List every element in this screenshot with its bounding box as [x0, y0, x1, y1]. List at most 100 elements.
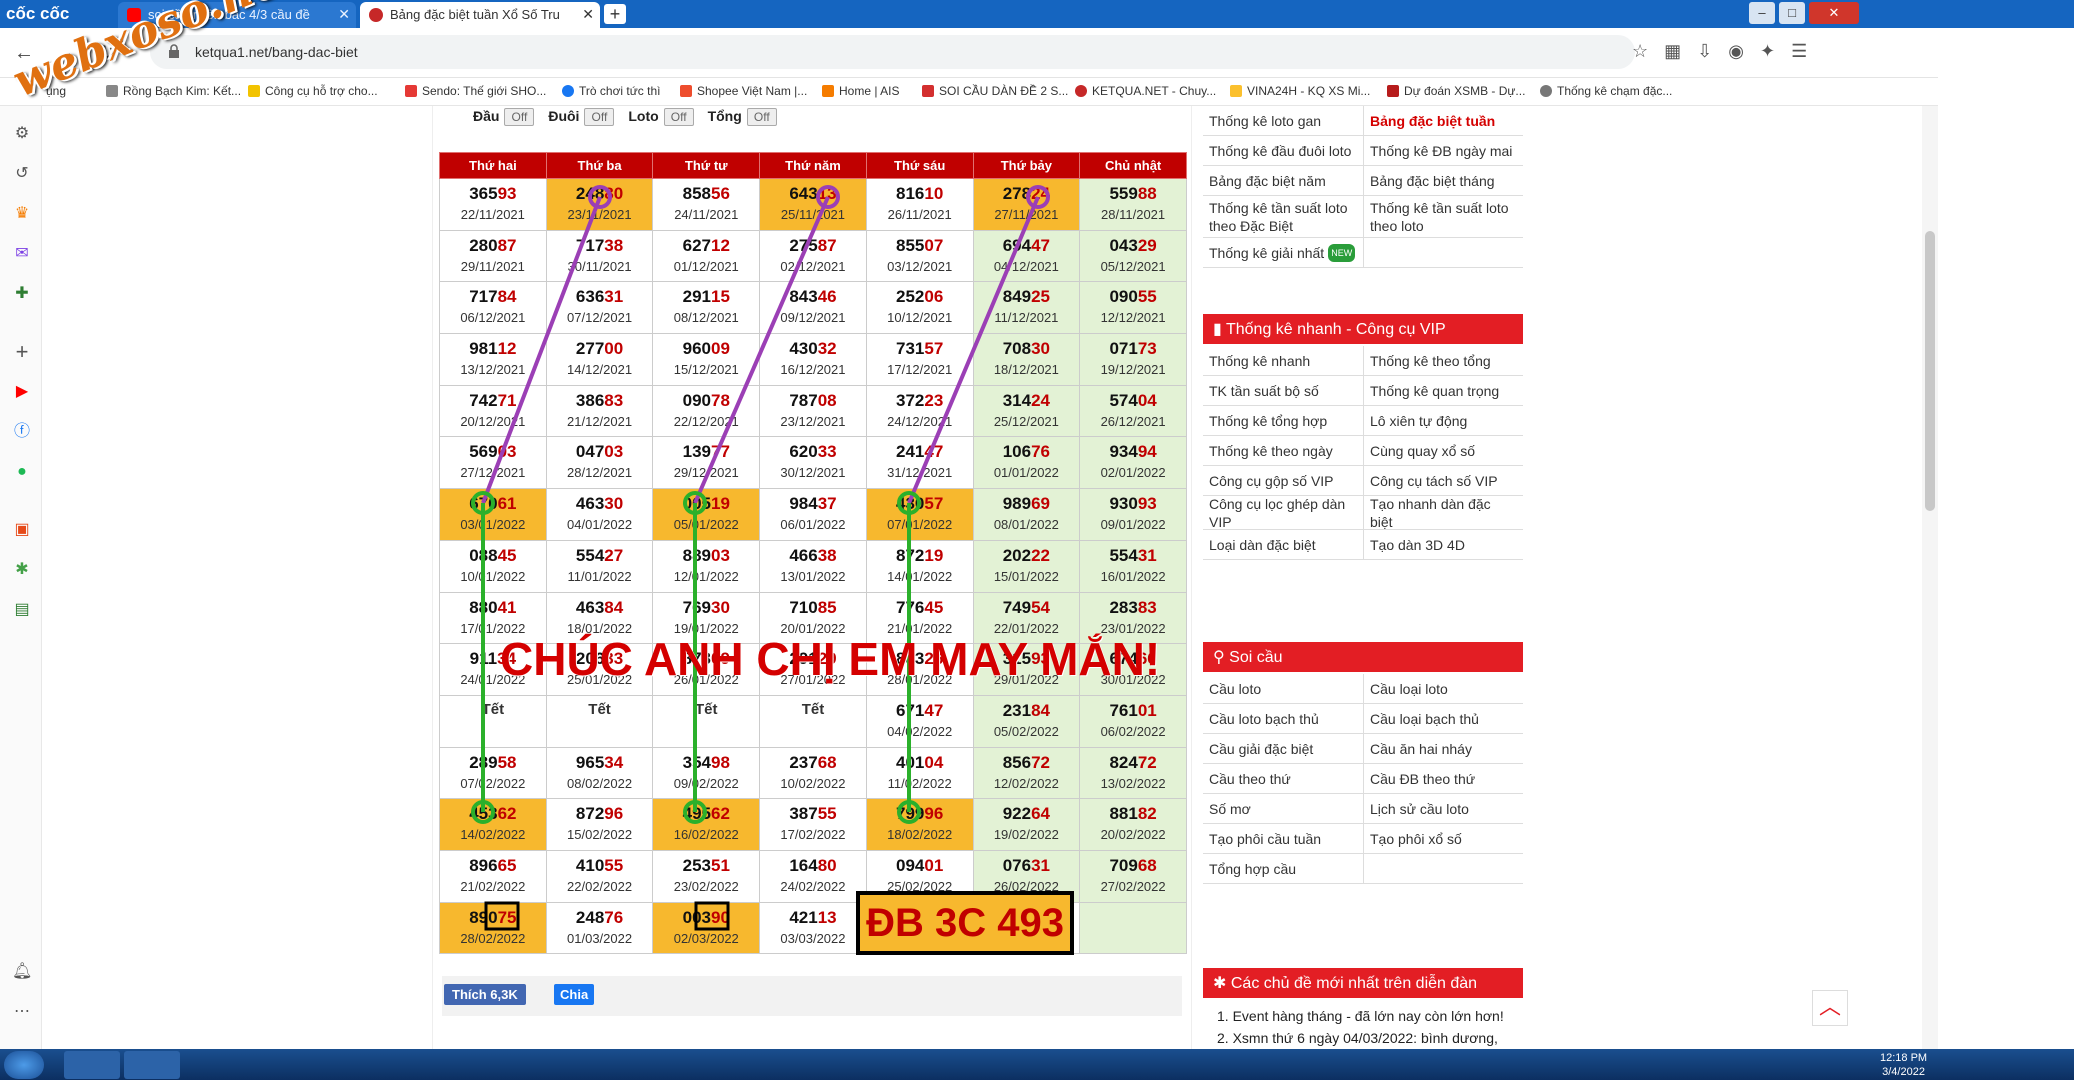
sidebar-link[interactable]: Thống kê tổng hợp: [1203, 406, 1363, 435]
result-cell[interactable]: 24147 31/12/2021: [865, 436, 974, 490]
bookmark[interactable]: Sendo: Thế giới SHO...: [405, 84, 546, 98]
sidebar-link[interactable]: Bảng đặc biệt tuần: [1363, 106, 1523, 135]
result-cell[interactable]: 67147 04/02/2022: [865, 694, 974, 748]
close-tab-icon[interactable]: ✕: [582, 6, 594, 23]
result-cell[interactable]: 93093 09/01/2022: [1079, 488, 1187, 541]
add-icon[interactable]: +: [12, 341, 32, 363]
result-cell[interactable]: 62033 30/12/2021: [759, 436, 867, 490]
tools-icon[interactable]: ✱: [12, 560, 32, 580]
sidebar-link[interactable]: Cầu loại loto: [1363, 674, 1523, 703]
result-cell[interactable]: 28958 07/02/2022: [439, 746, 547, 800]
result-cell[interactable]: 23184 05/02/2022: [972, 694, 1081, 748]
close-window-icon[interactable]: ✕: [1809, 2, 1859, 24]
result-cell[interactable]: 43057 07/01/2022: [865, 488, 974, 541]
sidebar-link[interactable]: Cầu loto bạch thủ: [1203, 704, 1363, 733]
result-cell[interactable]: 98112 13/12/2021: [439, 333, 547, 386]
sidebar-link[interactable]: Thống kê loto gan: [1203, 106, 1363, 135]
bookmark[interactable]: Home | AIS: [822, 84, 899, 98]
result-cell[interactable]: 27587 02/12/2021: [759, 229, 867, 283]
sidebar-link[interactable]: Công cụ gộp số VIP: [1203, 466, 1363, 495]
sidebar-link[interactable]: Cầu ĐB theo thứ: [1363, 764, 1523, 793]
result-cell[interactable]: 85856 24/11/2021: [652, 178, 761, 231]
result-cell[interactable]: 37223 24/12/2021: [865, 384, 974, 438]
result-cell[interactable]: 13977 29/12/2021: [652, 436, 761, 490]
sidebar-link[interactable]: Thống kê quan trọng: [1363, 376, 1523, 405]
result-cell[interactable]: 74271 20/12/2021: [439, 384, 547, 438]
result-cell[interactable]: 27700 14/12/2021: [545, 333, 654, 386]
result-cell[interactable]: 84346 09/12/2021: [759, 281, 867, 335]
result-cell[interactable]: 79996 18/02/2022: [865, 798, 974, 851]
result-cell[interactable]: 85507 03/12/2021: [865, 229, 974, 283]
sidebar-link[interactable]: Tạo nhanh dàn đặc biệt: [1363, 496, 1523, 530]
result-cell[interactable]: 70968 27/02/2022: [1079, 849, 1187, 903]
result-cell[interactable]: 45362 14/02/2022: [439, 798, 547, 851]
sidebar-link[interactable]: Cùng quay xổ số: [1363, 436, 1523, 465]
result-cell[interactable]: 49562 16/02/2022: [652, 798, 761, 851]
result-cell[interactable]: 76101 06/02/2022: [1079, 694, 1187, 748]
result-cell[interactable]: 96009 15/12/2021: [652, 333, 761, 386]
result-cell[interactable]: 69447 04/12/2021: [972, 229, 1081, 283]
result-cell[interactable]: 36593 22/11/2021: [439, 178, 547, 231]
result-cell[interactable]: 87296 15/02/2022: [545, 798, 654, 851]
result-cell[interactable]: 89075 28/02/2022: [439, 901, 547, 955]
result-cell[interactable]: 71738 30/11/2021: [545, 229, 654, 283]
result-cell[interactable]: 20222 15/01/2022: [972, 539, 1081, 593]
result-cell[interactable]: 42113 03/03/2022: [759, 901, 867, 955]
result-cell[interactable]: 24876 01/03/2022: [545, 901, 654, 955]
result-cell[interactable]: 96534 08/02/2022: [545, 746, 654, 800]
sidebar-link[interactable]: Thống kê nhanh: [1203, 346, 1363, 375]
sidebar-link[interactable]: Thống kê tần suất loto theo Đặc Biệt: [1203, 196, 1363, 237]
minimize-icon[interactable]: –: [1749, 2, 1775, 24]
result-cell[interactable]: 24880 23/11/2021: [545, 178, 654, 231]
result-cell[interactable]: 08845 10/01/2022: [439, 539, 547, 593]
start-button[interactable]: [4, 1051, 44, 1079]
messenger-icon[interactable]: ✉: [12, 244, 32, 264]
bookmark[interactable]: Thống kê chạm đặc...: [1540, 84, 1672, 98]
result-cell[interactable]: 98969 08/01/2022: [972, 488, 1081, 541]
sheet-icon[interactable]: ▤: [12, 600, 32, 620]
bookmark[interactable]: Shopee Việt Nam |...: [680, 84, 807, 98]
result-cell[interactable]: 81610 26/11/2021: [865, 178, 974, 231]
new-tab-button[interactable]: +: [604, 4, 626, 24]
sidebar-link[interactable]: Công cụ tách số VIP: [1363, 466, 1523, 495]
result-cell[interactable]: Tết: [652, 694, 761, 748]
sidebar-link[interactable]: Lịch sử cầu loto: [1363, 794, 1523, 823]
calendar-icon[interactable]: ▣: [12, 520, 32, 540]
taskbar-explorer[interactable]: [124, 1051, 180, 1079]
maximize-icon[interactable]: □: [1779, 2, 1805, 24]
result-cell[interactable]: 88182 20/02/2022: [1079, 798, 1187, 851]
sidebar-link[interactable]: Bảng đặc biệt năm: [1203, 166, 1363, 195]
result-cell[interactable]: 87219 14/01/2022: [865, 539, 974, 593]
result-cell[interactable]: 27824 27/11/2021: [972, 178, 1081, 231]
result-cell[interactable]: 38755 17/02/2022: [759, 798, 867, 851]
result-cell[interactable]: 88903 12/01/2022: [652, 539, 761, 593]
sidebar-link[interactable]: Thống kê theo tổng: [1363, 346, 1523, 375]
result-cell[interactable]: 40104 11/02/2022: [865, 746, 974, 800]
result-cell[interactable]: 28087 29/11/2021: [439, 229, 547, 283]
youtube-icon[interactable]: ▶: [12, 382, 32, 402]
sidebar-link[interactable]: Tổng hợp cầu: [1203, 854, 1363, 883]
result-cell[interactable]: 25351 23/02/2022: [652, 849, 761, 903]
result-cell[interactable]: 64313 25/11/2021: [759, 178, 867, 231]
result-cell[interactable]: 41055 22/02/2022: [545, 849, 654, 903]
facebook-like-button[interactable]: Thích 6,3K: [444, 984, 526, 1005]
result-cell[interactable]: 31424 25/12/2021: [972, 384, 1081, 438]
result-cell[interactable]: 04329 05/12/2021: [1079, 229, 1187, 283]
bookmark[interactable]: KETQUA.NET - Chuy...: [1075, 84, 1216, 98]
menu-icon[interactable]: ☰: [1791, 41, 1823, 61]
sidebar-link[interactable]: Cầu loto: [1203, 674, 1363, 703]
result-cell[interactable]: 16480 24/02/2022: [759, 849, 867, 903]
result-cell[interactable]: 92264 19/02/2022: [972, 798, 1081, 851]
result-cell[interactable]: 00390 02/03/2022: [652, 901, 761, 955]
bookmark[interactable]: Dự đoán XSMB - Dự...: [1387, 84, 1525, 98]
sidebar-link[interactable]: Bảng đặc biệt tháng: [1363, 166, 1523, 195]
result-cell[interactable]: 63631 07/12/2021: [545, 281, 654, 335]
sidebar-link[interactable]: Tạo phôi cầu tuần: [1203, 824, 1363, 853]
result-cell[interactable]: Tết: [545, 694, 654, 748]
scrollbar-thumb[interactable]: [1925, 231, 1935, 511]
bell-icon[interactable]: 🔔︎: [12, 962, 32, 982]
sidebar-link[interactable]: TK tần suất bộ số: [1203, 376, 1363, 405]
result-cell[interactable]: Tết: [439, 694, 547, 748]
url-field[interactable]: ketqua1.net/bang-dac-biet: [150, 35, 1635, 69]
result-cell[interactable]: 38683 21/12/2021: [545, 384, 654, 438]
